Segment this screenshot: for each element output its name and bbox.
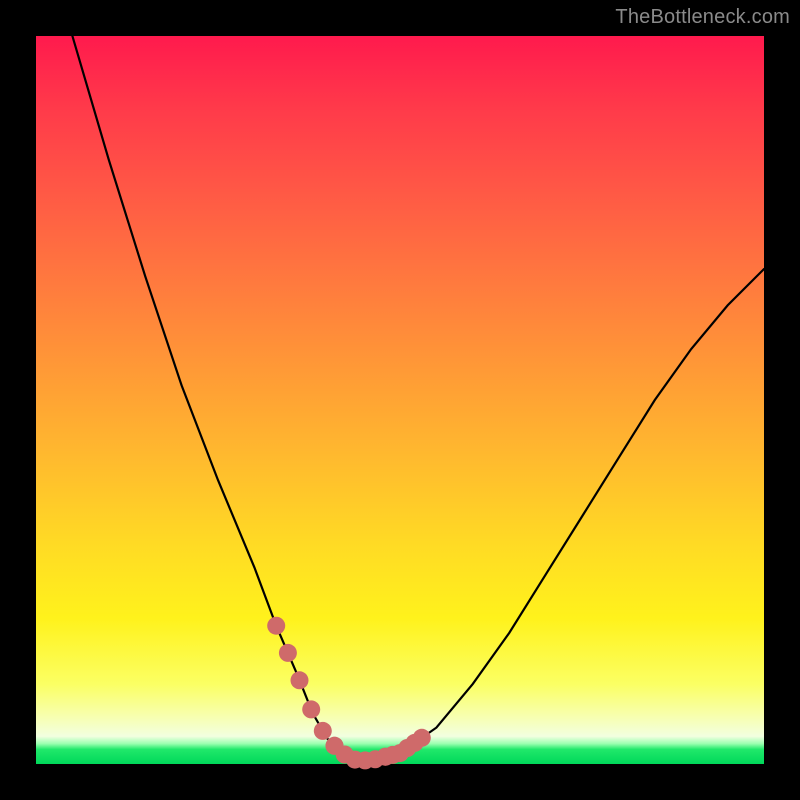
- highlight-beads: [267, 617, 431, 770]
- highlight-bead: [314, 722, 332, 740]
- plot-area: [36, 36, 764, 764]
- highlight-bead: [267, 617, 285, 635]
- highlight-bead: [413, 729, 431, 747]
- curve-svg: [36, 36, 764, 764]
- highlight-bead: [302, 700, 320, 718]
- chart-frame: TheBottleneck.com: [0, 0, 800, 800]
- highlight-bead: [291, 671, 309, 689]
- highlight-bead: [279, 644, 297, 662]
- bottleneck-curve: [72, 36, 764, 760]
- watermark-text: TheBottleneck.com: [615, 6, 790, 29]
